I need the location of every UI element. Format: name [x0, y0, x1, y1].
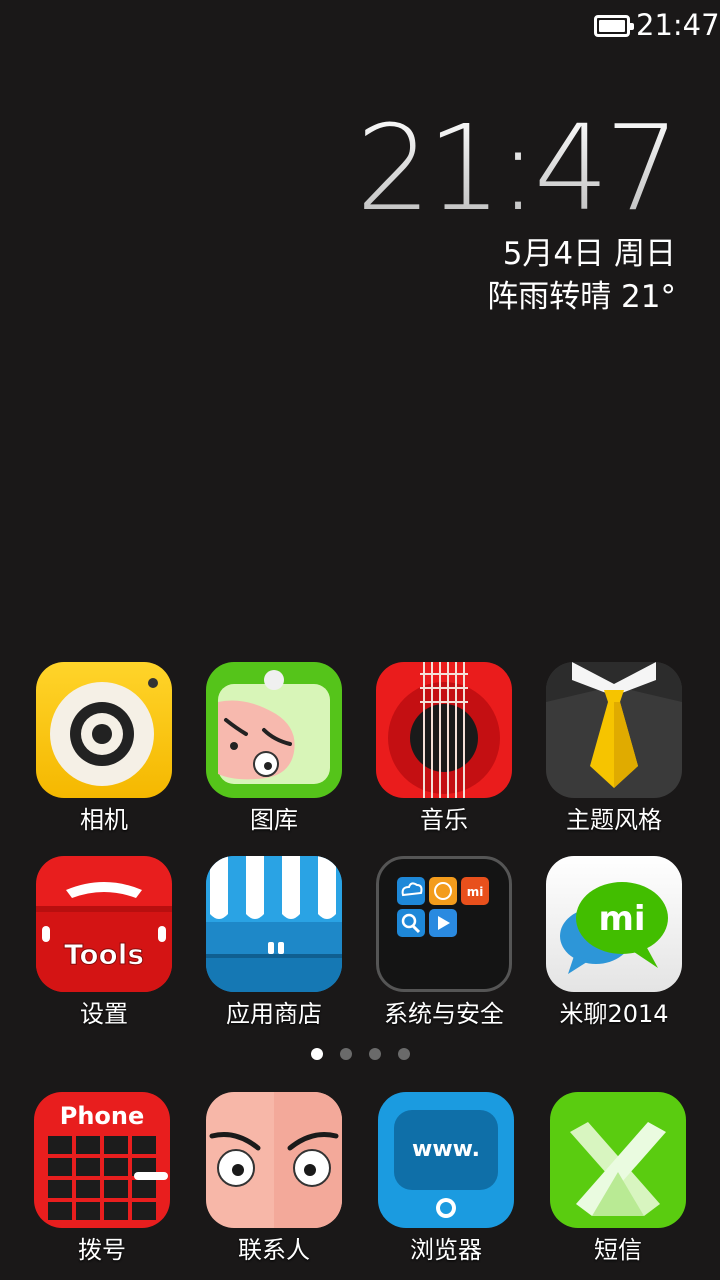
dock-messages-label: 短信 [594, 1236, 642, 1264]
tools-icon: Tools [36, 856, 172, 992]
miliao-mi-text: mi [598, 899, 645, 939]
music-icon [376, 662, 512, 798]
page-dot-1[interactable] [311, 1048, 323, 1060]
app-gallery[interactable]: 图库 [171, 662, 342, 842]
dock-messages[interactable]: 短信 [515, 1092, 686, 1272]
folder-icon: mi [376, 856, 512, 992]
tools-icon-text: Tools [64, 938, 144, 971]
store-icon [206, 856, 342, 992]
folder-mi-text: mi [467, 885, 484, 899]
dock-phone[interactable]: Phone 拨号 [0, 1092, 170, 1272]
app-miliao[interactable]: mi 米聊2014 [511, 856, 682, 1036]
app-settings[interactable]: Tools 设置 [1, 856, 172, 1036]
miliao-icon: mi [546, 856, 682, 992]
dock-contacts[interactable]: 联系人 [171, 1092, 342, 1272]
app-store[interactable]: 应用商店 [171, 856, 342, 1036]
app-theme[interactable]: 主题风格 [511, 662, 682, 842]
page-indicator [0, 1048, 720, 1062]
app-music[interactable]: 音乐 [341, 662, 512, 842]
dock-browser[interactable]: www. 浏览器 [343, 1092, 514, 1272]
phone-icon-text: Phone [60, 1102, 145, 1130]
browser-icon: www. [378, 1092, 514, 1228]
dock: Phone 拨号 联系人 www. 浏览器 短信 [0, 1092, 720, 1280]
page-dot-3[interactable] [369, 1048, 381, 1060]
gallery-icon [206, 662, 342, 798]
app-camera[interactable]: 相机 [1, 662, 172, 842]
phone-icon: Phone [34, 1092, 170, 1228]
app-theme-label: 主题风格 [566, 806, 662, 834]
page-dot-4[interactable] [398, 1048, 410, 1060]
app-miliao-label: 米聊2014 [559, 1000, 669, 1028]
app-folder-security[interactable]: mi 系统与安全 [341, 856, 512, 1036]
messages-icon [550, 1092, 686, 1228]
camera-icon [36, 662, 172, 798]
contacts-icon [206, 1092, 342, 1228]
app-grid: 相机 图库 音乐 主题风格 Tools 设置 应用商店 mi 系统与安全 mi … [0, 0, 720, 1280]
page-dot-2[interactable] [340, 1048, 352, 1060]
browser-icon-text: www. [412, 1137, 480, 1162]
theme-icon [546, 662, 682, 798]
